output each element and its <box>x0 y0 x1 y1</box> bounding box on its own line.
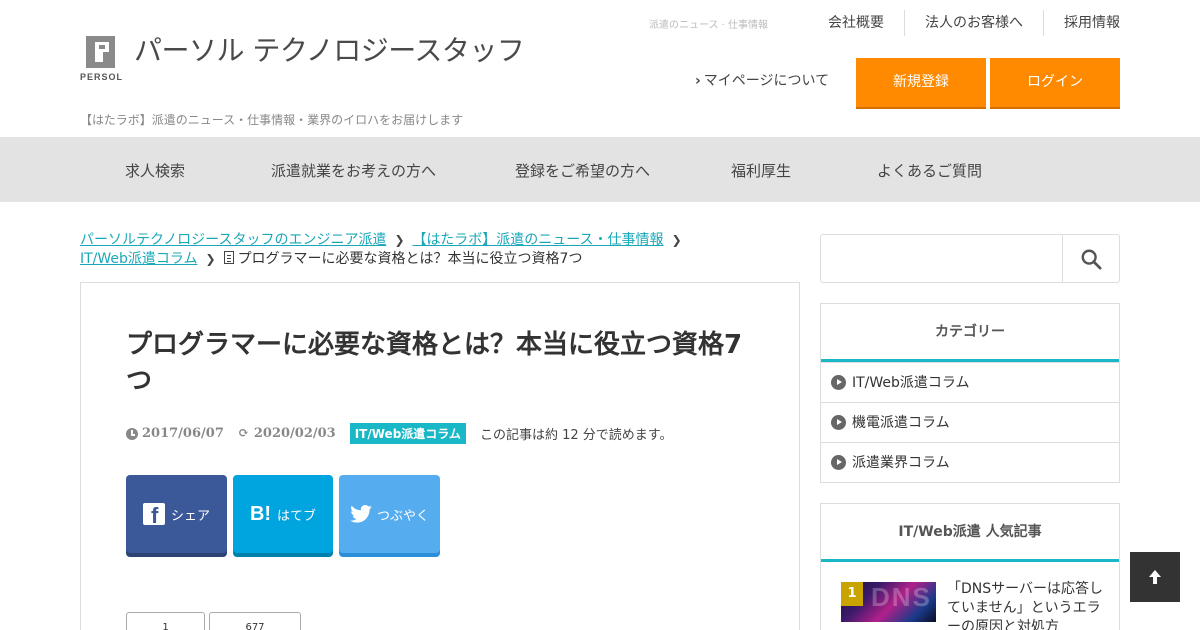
persol-logo-icon: PERSOL <box>80 34 122 82</box>
chevron-right-icon: ❯ <box>394 233 405 247</box>
category-item[interactable]: 機電派遣コラム <box>821 402 1119 442</box>
refresh-icon: ⟳ <box>237 426 249 441</box>
search-button[interactable] <box>1062 235 1119 282</box>
clock-icon <box>126 427 138 440</box>
nav-item-job-search[interactable]: 求人検索 <box>125 137 185 202</box>
search-icon <box>1081 249 1102 270</box>
login-button[interactable]: ログイン <box>990 58 1120 107</box>
facebook-icon <box>142 503 165 525</box>
site-tagline: 【はたラボ】派遣のニュース・仕事情報・業界のイロハをお届けします <box>80 113 464 127</box>
recruit-link[interactable]: 採用情報 <box>1043 10 1120 36</box>
published-date: 2017/06/07 <box>126 426 224 441</box>
search-input[interactable] <box>821 235 1063 282</box>
read-time: この記事は約 12 分で読めます。 <box>479 428 673 443</box>
hatena-icon: B! <box>249 502 272 525</box>
company-link[interactable]: 会社概要 <box>808 10 904 36</box>
category-item[interactable]: IT/Web派遣コラム <box>821 362 1119 402</box>
logo-text: パーソル テクノロジースタッフ <box>134 34 525 67</box>
category-widget: カテゴリー IT/Web派遣コラム 機電派遣コラム 派遣業界コラム <box>820 303 1120 483</box>
document-icon <box>223 251 234 264</box>
arrow-up-icon <box>1149 570 1161 584</box>
corporate-link[interactable]: 法人のお客様へ <box>904 10 1043 36</box>
logo-mark-text: PERSOL <box>80 72 124 82</box>
chevron-right-icon: ❯ <box>205 252 216 266</box>
mypage-label: マイページについて <box>703 73 830 89</box>
main-nav: 求人検索 派遣就業をお考えの方へ 登録をご希望の方へ 福利厚生 よくあるご質問 <box>0 137 1200 202</box>
facebook-share-button[interactable]: シェア <box>126 475 227 553</box>
chevron-right-icon: ❯ <box>671 233 682 247</box>
breadcrumb-category[interactable]: IT/Web派遣コラム <box>80 251 198 267</box>
play-circle-icon <box>831 375 846 390</box>
category-item[interactable]: 派遣業界コラム <box>821 442 1119 482</box>
article-card: プログラマーに必要な資格とは？本当に役立つ資格7つ 2017/06/07 ⟳ 20… <box>80 282 800 630</box>
nav-item-register[interactable]: 登録をご希望の方へ <box>515 137 650 202</box>
site-header: PERSOL パーソル テクノロジースタッフ 【はたラボ】派遣のニュース・仕事情… <box>0 0 1200 137</box>
popular-widget: IT/Web派遣 人気記事 DNS 1 「DNSサーバーは応答していません」とい… <box>820 503 1120 630</box>
breadcrumb-current: プログラマーに必要な資格とは？本当に役立つ資格7つ <box>237 251 583 267</box>
share-count: 677 <box>209 612 301 630</box>
share-count: 1 <box>126 612 205 630</box>
hatena-label: はてブ <box>277 508 317 524</box>
updated-date: ⟳ 2020/02/03 <box>237 426 336 441</box>
category-badge[interactable]: IT/Web派遣コラム <box>349 423 466 444</box>
breadcrumb-news[interactable]: 【はたラボ】派遣のニュース・仕事情報 <box>413 232 664 248</box>
article-meta: 2017/06/07 ⟳ 2020/02/03 IT/Web派遣コラム この記事は… <box>126 423 672 444</box>
popular-article-title[interactable]: 「DNSサーバーは応答していません」というエラーの原因と対処方 <box>947 580 1107 630</box>
popular-widget-title: IT/Web派遣 人気記事 <box>821 504 1119 562</box>
nav-item-faq[interactable]: よくあるご質問 <box>877 137 982 202</box>
article-title: プログラマーに必要な資格とは？本当に役立つ資格7つ <box>126 330 743 396</box>
popular-article[interactable]: DNS 1 「DNSサーバーは応答していません」というエラーの原因と対処方 <box>821 562 1119 630</box>
mypage-link[interactable]: › マイページについて <box>695 70 829 90</box>
news-link[interactable]: 派遣のニュース · 仕事情報 <box>649 16 768 31</box>
share-counts: 1 677 <box>126 612 305 630</box>
nav-item-benefits[interactable]: 福利厚生 <box>731 137 791 202</box>
twitter-icon <box>350 505 372 523</box>
register-button[interactable]: 新規登録 <box>856 58 986 107</box>
thumbnail-text: DNS <box>871 582 932 612</box>
play-circle-icon <box>831 415 846 430</box>
category-widget-title: カテゴリー <box>821 304 1119 362</box>
chevron-right-icon: › <box>695 73 701 89</box>
search-box <box>820 234 1120 283</box>
site-logo[interactable]: PERSOL パーソル テクノロジースタッフ <box>80 34 525 82</box>
facebook-share-label: シェア <box>170 508 210 524</box>
nav-item-considering[interactable]: 派遣就業をお考えの方へ <box>271 137 436 202</box>
rank-badge: 1 <box>841 582 863 606</box>
breadcrumb: パーソルテクノロジースタッフのエンジニア派遣 ❯ 【はたラボ】派遣のニュース・仕事情… <box>80 231 800 269</box>
back-to-top-button[interactable] <box>1130 552 1180 602</box>
twitter-share-button[interactable]: つぶやく <box>339 475 440 553</box>
hatena-bookmark-button[interactable]: B! はてブ <box>233 475 333 553</box>
breadcrumb-home[interactable]: パーソルテクノロジースタッフのエンジニア派遣 <box>80 232 386 248</box>
twitter-label: つぶやく <box>376 508 429 524</box>
play-circle-icon <box>831 455 846 470</box>
top-links: 派遣のニュース · 仕事情報 会社概要 法人のお客様へ 採用情報 <box>649 10 1120 36</box>
